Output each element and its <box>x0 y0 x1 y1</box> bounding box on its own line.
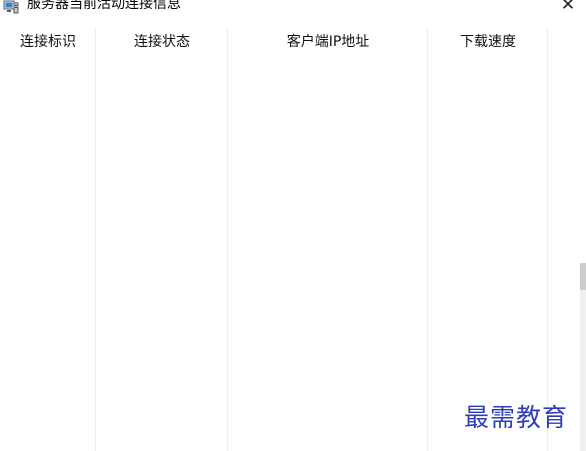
column-header-client-ip[interactable]: 客户端IP地址 <box>228 27 428 58</box>
scrollbar-track[interactable] <box>580 263 586 451</box>
list-header: 连接标识 连接状态 客户端IP地址 下载速度 <box>0 27 580 58</box>
watermark-text: 最需教育 <box>464 403 569 432</box>
connection-list[interactable]: 连接标识 连接状态 客户端IP地址 下载速度 <box>0 27 580 451</box>
list-body <box>0 58 580 451</box>
title-bar: 服务器当前活动连接信息 ✕ <box>0 0 586 22</box>
connection-info-window: 服务器当前活动连接信息 ✕ 连接标识 连接状态 客户端IP地址 下载速度 最需教… <box>0 0 586 451</box>
close-button[interactable]: ✕ <box>556 0 580 15</box>
column-header-download-speed[interactable]: 下载速度 <box>428 27 548 58</box>
column-header-connection-id[interactable]: 连接标识 <box>0 27 96 58</box>
window-title: 服务器当前活动连接信息 <box>27 0 181 12</box>
column-header-connection-status[interactable]: 连接状态 <box>96 27 228 58</box>
scrollbar-thumb[interactable] <box>580 263 586 290</box>
server-monitor-icon <box>3 0 19 14</box>
